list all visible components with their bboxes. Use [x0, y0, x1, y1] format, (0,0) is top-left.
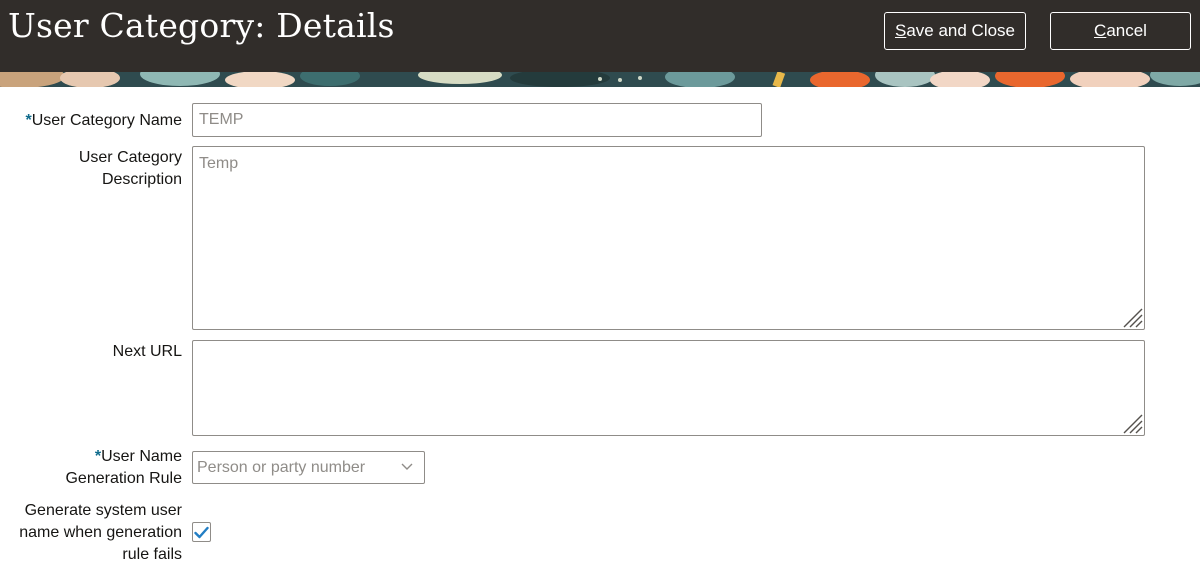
- user-category-description-label: User Category Description: [79, 147, 182, 191]
- cancel-label: ancel: [1106, 21, 1147, 40]
- description-value: Temp: [199, 155, 239, 172]
- user-category-description-textarea[interactable]: Temp: [192, 146, 1145, 330]
- save-and-close-button[interactable]: Save and Close: [884, 12, 1026, 50]
- page-header: User Category: Details Save and Close Ca…: [0, 0, 1200, 72]
- generation-rule-label-line2: Generation Rule: [65, 470, 182, 487]
- page-title: User Category: Details: [8, 6, 395, 45]
- generate-system-name-checkbox[interactable]: [192, 522, 211, 542]
- save-and-close-mnemonic: S: [894, 21, 907, 40]
- resize-grip-icon[interactable]: [1121, 412, 1143, 434]
- decorative-banner: [0, 72, 1200, 87]
- generation-rule-selected-value: Person or party number: [197, 458, 366, 476]
- user-category-name-value: TEMP: [199, 111, 244, 128]
- generation-rule-label-line1: User Name: [101, 448, 182, 465]
- generate-system-name-label-line1: Generate system user: [24, 502, 182, 519]
- description-label-line1: User Category: [78, 149, 182, 166]
- generate-system-name-label-line2: name when generation: [19, 524, 182, 541]
- generation-rule-select[interactable]: Person or party number: [192, 451, 425, 484]
- generate-system-name-label: Generate system user name when generatio…: [19, 500, 182, 566]
- check-icon: [194, 526, 209, 538]
- next-url-label: Next URL: [113, 341, 182, 363]
- generate-system-name-label-line3: rule fails: [122, 546, 182, 563]
- save-and-close-label: ave and Close: [906, 21, 1016, 40]
- next-url-textarea[interactable]: [192, 340, 1145, 436]
- next-url-label-text: Next URL: [112, 343, 182, 360]
- user-category-name-label: *User Category Name: [25, 110, 182, 132]
- cancel-mnemonic: C: [1094, 21, 1107, 40]
- cancel-button[interactable]: Cancel: [1050, 12, 1191, 50]
- description-label-line2: Description: [101, 171, 182, 188]
- generation-rule-label: *User Name Generation Rule: [65, 446, 182, 490]
- user-category-name-label-text: User Category Name: [31, 112, 182, 129]
- user-category-name-input[interactable]: TEMP: [192, 103, 762, 137]
- chevron-down-icon: [401, 463, 413, 470]
- resize-grip-icon[interactable]: [1121, 306, 1143, 328]
